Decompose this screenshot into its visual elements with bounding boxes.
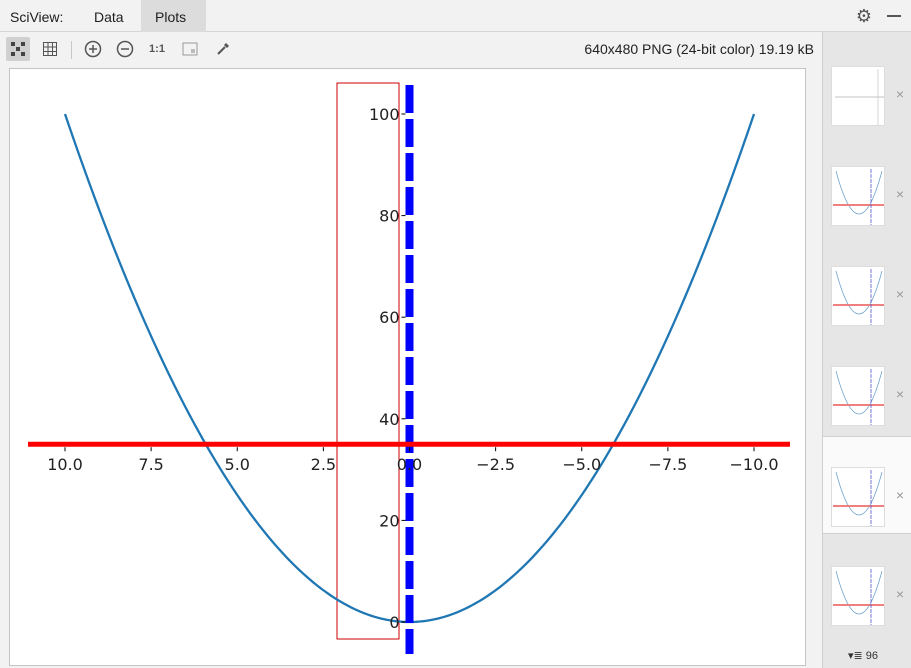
- zoom-in-icon[interactable]: [81, 37, 105, 61]
- x-tick-label-1: 7.5: [138, 455, 163, 474]
- grid-icon[interactable]: [38, 37, 62, 61]
- thumbnail-count-value: 96: [865, 650, 879, 662]
- close-icon[interactable]: ×: [896, 86, 904, 102]
- sciview-header: SciView: Data Plots ⚙: [0, 0, 911, 32]
- x-tick-label-4: 0.0: [397, 455, 422, 474]
- zoom-out-icon[interactable]: [113, 37, 137, 61]
- close-icon[interactable]: ×: [896, 586, 904, 602]
- y-tick-label-1: 20: [379, 511, 399, 530]
- plot-thumbnail[interactable]: ×: [823, 236, 911, 334]
- x-tick-label-5: −2.5: [476, 455, 515, 474]
- sciview-panel: SciView: Data Plots ⚙ 1:1 640x480 PNG (2…: [0, 0, 911, 668]
- y-tick-label-0: 0: [389, 613, 399, 632]
- thumbnail-image: [831, 566, 885, 626]
- toolbar-separator: [71, 41, 72, 59]
- actual-size-icon[interactable]: 1:1: [145, 37, 169, 61]
- plot-thumbnail[interactable]: ×: [823, 36, 911, 134]
- chart-svg: 0 20 40 60 80 100 10.0 7.5 5.0 2.5 0.0 −2.5 −5.0 −7.5…: [28, 82, 790, 654]
- plot-thumbnail[interactable]: ×: [823, 336, 911, 434]
- panel-title: SciView:: [10, 9, 64, 25]
- x-tick-label-6: −5.0: [562, 455, 601, 474]
- thumbnail-image: [831, 166, 885, 226]
- close-icon[interactable]: ×: [896, 186, 904, 202]
- image-info: 640x480 PNG (24-bit color) 19.19 kB: [584, 41, 814, 57]
- minimize-icon[interactable]: [887, 15, 901, 17]
- x-tick-label-3: 2.5: [311, 455, 336, 474]
- y-tick-label-2: 40: [379, 410, 399, 429]
- fit-icon[interactable]: [6, 37, 30, 61]
- x-tick-label-8: −10.0: [729, 455, 778, 474]
- y-tick-label-3: 60: [379, 308, 399, 327]
- tab-plots[interactable]: Plots: [141, 0, 206, 32]
- x-tick-label-7: −7.5: [648, 455, 687, 474]
- thumbnail-image: [831, 66, 885, 126]
- x-tick-label-2: 5.0: [225, 455, 250, 474]
- tab-data-label: Data: [94, 9, 124, 25]
- thumbnail-image: [831, 366, 885, 426]
- plot-thumbnail[interactable]: ×: [823, 136, 911, 234]
- actual-size-label: 1:1: [149, 43, 165, 55]
- thumbnail-image: [831, 467, 885, 527]
- plot-toolbar: 1:1 640x480 PNG (24-bit color) 19.19 kB: [0, 33, 822, 65]
- y-tick-label-5: 100: [369, 105, 400, 124]
- y-tick-label-4: 80: [379, 207, 399, 226]
- close-icon[interactable]: ×: [896, 386, 904, 402]
- highlight-box: [336, 82, 400, 640]
- gear-icon[interactable]: ⚙: [855, 7, 873, 25]
- plot-thumbnail[interactable]: ×: [823, 536, 911, 634]
- plot-thumbnails: ▾≣ 96 × × × × × ×: [822, 32, 911, 668]
- tab-data[interactable]: Data: [80, 0, 138, 32]
- x-tick-label-0: 10.0: [47, 455, 83, 474]
- thumbnail-image: [831, 266, 885, 326]
- close-icon[interactable]: ×: [896, 487, 904, 503]
- close-icon[interactable]: ×: [896, 286, 904, 302]
- image-icon[interactable]: [178, 37, 202, 61]
- plot-image: 0 20 40 60 80 100 10.0 7.5 5.0 2.5 0.0 −2.5 −5.0 −7.5…: [9, 68, 806, 666]
- color-picker-icon[interactable]: [211, 37, 235, 61]
- plot-thumbnail[interactable]: ×: [823, 436, 911, 534]
- thumbnail-count[interactable]: ▾≣ 96: [848, 649, 878, 662]
- tab-plots-label: Plots: [155, 9, 187, 25]
